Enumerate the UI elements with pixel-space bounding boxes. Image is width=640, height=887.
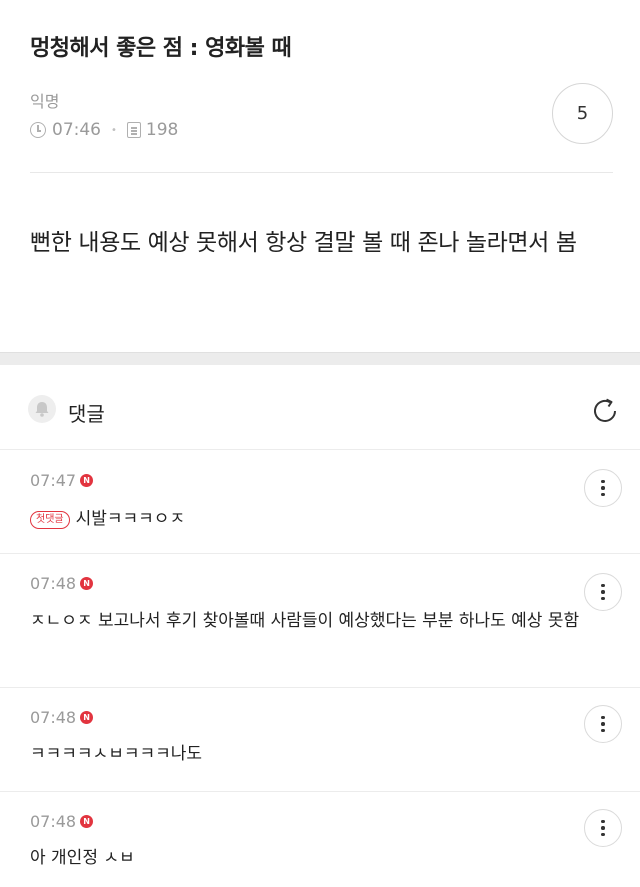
views-icon bbox=[126, 122, 141, 138]
comment-time: 07:48 bbox=[30, 708, 77, 727]
comment-item: 07:48 N ㅈㄴㅇㅈ 보고나서 후기 찾아볼때 사람들이 예상했다는 부분 … bbox=[0, 554, 640, 688]
comment-text: 아 개인정 ㅅㅂ bbox=[30, 848, 135, 868]
new-badge: N bbox=[80, 711, 94, 724]
comment-meta: 07:48 N bbox=[30, 574, 94, 593]
comment-item: 07:48 N ㅋㅋㅋㅋㅅㅂㅋㅋㅋ나도 bbox=[0, 688, 640, 792]
post-title: 멍청해서 좋은 점 : 영화볼 때 bbox=[30, 36, 292, 61]
new-badge: N bbox=[80, 577, 94, 590]
post-views: 198 bbox=[145, 120, 179, 140]
more-options-button[interactable] bbox=[584, 469, 622, 507]
refresh-icon[interactable] bbox=[589, 395, 621, 431]
post-body: 뻔한 내용도 예상 못해서 항상 결말 볼 때 존나 놀라면서 봄 bbox=[30, 230, 577, 256]
post-time: 07:46 bbox=[52, 120, 101, 140]
more-icon-dot bbox=[601, 728, 605, 733]
comment-item: 07:48 N 아 개인정 ㅅㅂ bbox=[0, 792, 640, 887]
comments-label: 댓글 bbox=[68, 402, 105, 426]
comment-time: 07:48 bbox=[30, 812, 77, 831]
more-icon-dot bbox=[601, 715, 605, 720]
more-icon-dot bbox=[601, 590, 605, 594]
post-author: 익명 bbox=[30, 92, 60, 111]
more-icon-dot bbox=[601, 583, 605, 588]
new-badge: N bbox=[80, 474, 94, 487]
comment-count-button[interactable]: 5 bbox=[552, 83, 613, 144]
comment-text: 시발ㅋㅋㅋㅇㅈ bbox=[75, 509, 186, 529]
comment-time: 07:48 bbox=[30, 574, 77, 593]
comments-header: 댓글 bbox=[0, 365, 640, 450]
more-icon-dot bbox=[601, 826, 605, 830]
more-icon-dot bbox=[601, 722, 605, 726]
new-badge: N bbox=[80, 815, 94, 828]
more-options-button[interactable] bbox=[584, 809, 622, 847]
comment-text: ㅈㄴㅇㅈ 보고나서 후기 찾아볼때 사람들이 예상했다는 부분 하나도 예상 못… bbox=[30, 611, 580, 631]
more-icon-dot bbox=[601, 492, 605, 497]
bell-icon[interactable] bbox=[28, 395, 56, 423]
comment-meta: 07:48 N bbox=[30, 812, 94, 831]
more-options-button[interactable] bbox=[584, 705, 622, 743]
post-section: 멍청해서 좋은 점 : 영화볼 때 익명 07:46 • 198 5 뻔한 내용… bbox=[0, 0, 640, 352]
comment-item: 07:47 N 첫댓글 시발ㅋㅋㅋㅇㅈ bbox=[0, 450, 640, 554]
post-meta: 07:46 • 198 bbox=[30, 120, 178, 140]
clock-icon bbox=[30, 122, 46, 138]
comment-body: 첫댓글 시발ㅋㅋㅋㅇㅈ bbox=[30, 504, 580, 534]
comment-text: ㅋㅋㅋㅋㅅㅂㅋㅋㅋ나도 bbox=[30, 744, 203, 764]
post-divider bbox=[30, 172, 613, 173]
more-icon-dot bbox=[601, 479, 605, 484]
more-icon-dot bbox=[601, 486, 605, 490]
meta-separator: • bbox=[111, 124, 117, 136]
comment-meta: 07:48 N bbox=[30, 708, 94, 727]
more-options-button[interactable] bbox=[584, 573, 622, 611]
comment-meta: 07:47 N bbox=[30, 471, 94, 490]
first-comment-badge: 첫댓글 bbox=[30, 511, 70, 529]
comment-time: 07:47 bbox=[30, 471, 77, 490]
more-icon-dot bbox=[601, 832, 605, 837]
more-icon-dot bbox=[601, 596, 605, 601]
more-icon-dot bbox=[601, 819, 605, 824]
comment-count: 5 bbox=[576, 103, 589, 124]
section-separator bbox=[0, 352, 640, 365]
